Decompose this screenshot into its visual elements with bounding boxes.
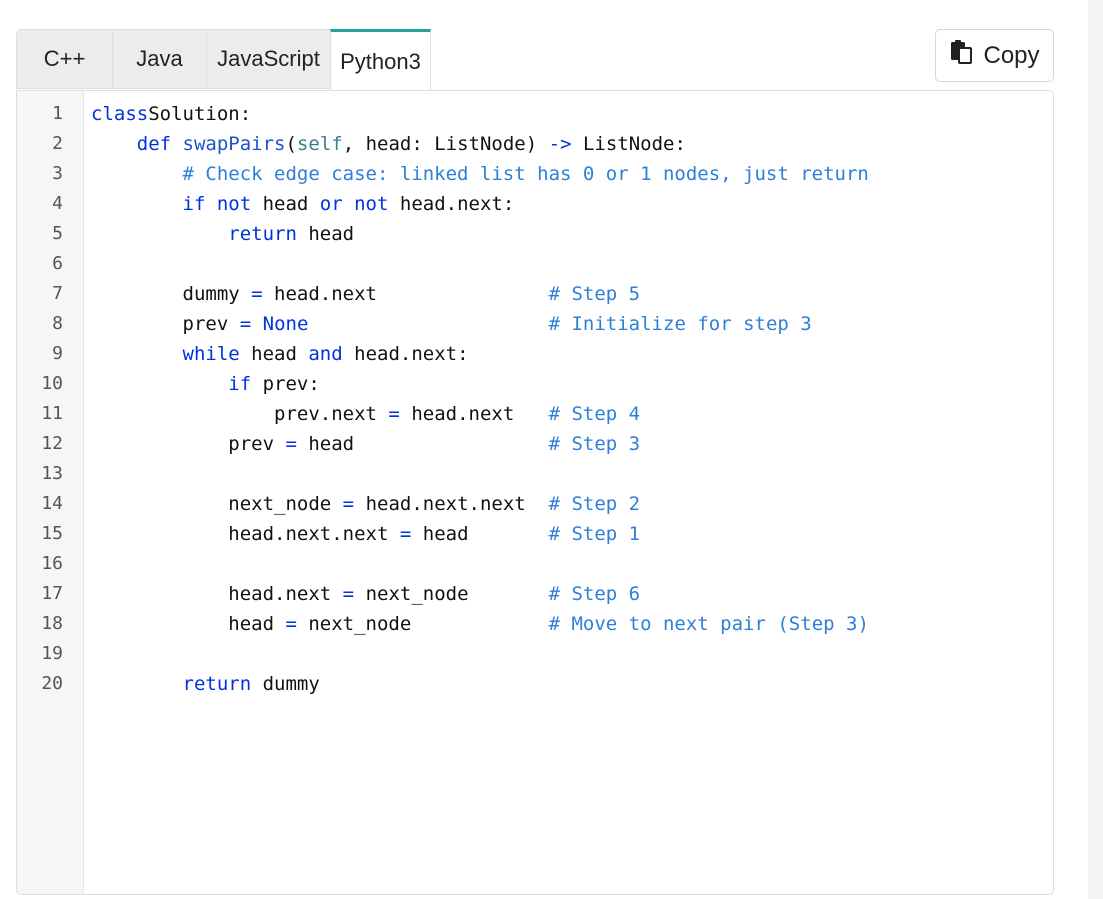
code-line: 4 if not head or not head.next: [17,189,1053,219]
code-text: # Check edge case: linked list has 0 or … [182,163,869,185]
code-text: prev.next = head.next # Step 4 [91,403,641,425]
code-line: 16 [17,549,1053,579]
code-line: 17 head.next = next_node # Step 6 [17,579,1053,609]
code-text: return dummy [182,673,320,695]
code-text: head.next = next_node # Step 6 [91,583,641,605]
line-number: 11 [41,403,63,424]
code-line: 10 if prev: [17,369,1053,399]
line-number: 5 [52,223,63,244]
line-number: 18 [41,613,63,634]
line-number: 19 [41,643,63,664]
code-text: head.next.next = head # Step 1 [91,523,641,545]
code-text: prev = head # Step 3 [91,433,641,455]
code-line: 2 def swapPairs(self, head: ListNode) ->… [17,129,1053,159]
copy-button[interactable]: Copy [935,29,1054,82]
line-number: 8 [52,313,63,334]
code-line: 11 prev.next = head.next # Step 4 [17,399,1053,429]
code-line: 18 head = next_node # Move to next pair … [17,609,1053,639]
copy-button-label: Copy [983,41,1040,69]
code-text: def swapPairs(self, head: ListNode) -> L… [136,133,686,155]
line-number: 14 [41,493,63,514]
code-line: 7 dummy = head.next # Step 5 [17,279,1053,309]
code-line: 13 [17,459,1053,489]
code-text: next_node = head.next.next # Step 2 [91,493,641,515]
tab-label: C++ [43,46,86,71]
clipboard-icon [949,39,973,72]
line-number: 6 [52,253,63,274]
tab-python3[interactable]: Python3 [330,29,431,91]
code-text: if prev: [228,373,320,395]
code-line: 8 prev = None # Initialize for step 3 [17,309,1053,339]
code-line: 6 [17,249,1053,279]
code-text: while head and head.next: [182,343,469,365]
language-tabs: C++ Java JavaScript Python3 [16,29,431,91]
line-number: 1 [52,103,63,124]
line-number: 4 [52,193,63,214]
code-line: 5 return head [17,219,1053,249]
line-number: 7 [52,283,63,304]
line-number: 3 [52,163,63,184]
line-number: 20 [41,673,63,694]
line-number: 12 [41,433,63,454]
code-line: 14 next_node = head.next.next # Step 2 [17,489,1053,519]
tab-cpp[interactable]: C++ [16,29,112,89]
code-text: return head [228,223,355,245]
code-line: 20 return dummy [17,669,1053,699]
code-line: 1 classSolution: [17,99,1053,129]
tab-label: Python3 [340,48,421,74]
tab-label: JavaScript [217,46,320,71]
line-number: 15 [41,523,63,544]
code-line: 19 [17,639,1053,669]
line-number: 10 [41,373,63,394]
code-text: dummy = head.next # Step 5 [91,283,641,305]
line-number: 17 [41,583,63,604]
page-scrollbar[interactable] [1088,0,1103,899]
tab-label: Java [136,46,183,71]
tab-javascript[interactable]: JavaScript [206,29,330,89]
line-number: 9 [52,343,63,364]
line-number: 13 [41,463,63,484]
code-line: 15 head.next.next = head # Step 1 [17,519,1053,549]
code-lines: 1 classSolution: 2 def swapPairs(self, hea… [17,99,1053,699]
code-text: head = next_node # Move to next pair (St… [91,613,869,635]
code-text: if not head or not head.next: [182,193,515,215]
code-text: prev = None # Initialize for step 3 [91,313,812,335]
line-number: 16 [41,553,63,574]
code-line: 9 while head and head.next: [17,339,1053,369]
code-editor[interactable]: 1 classSolution: 2 def swapPairs(self, hea… [16,90,1054,895]
code-line: 12 prev = head # Step 3 [17,429,1053,459]
line-number: 2 [52,133,63,154]
code-text: classSolution: [91,103,252,125]
tab-java[interactable]: Java [112,29,206,89]
code-line: 3 # Check edge case: linked list has 0 o… [17,159,1053,189]
